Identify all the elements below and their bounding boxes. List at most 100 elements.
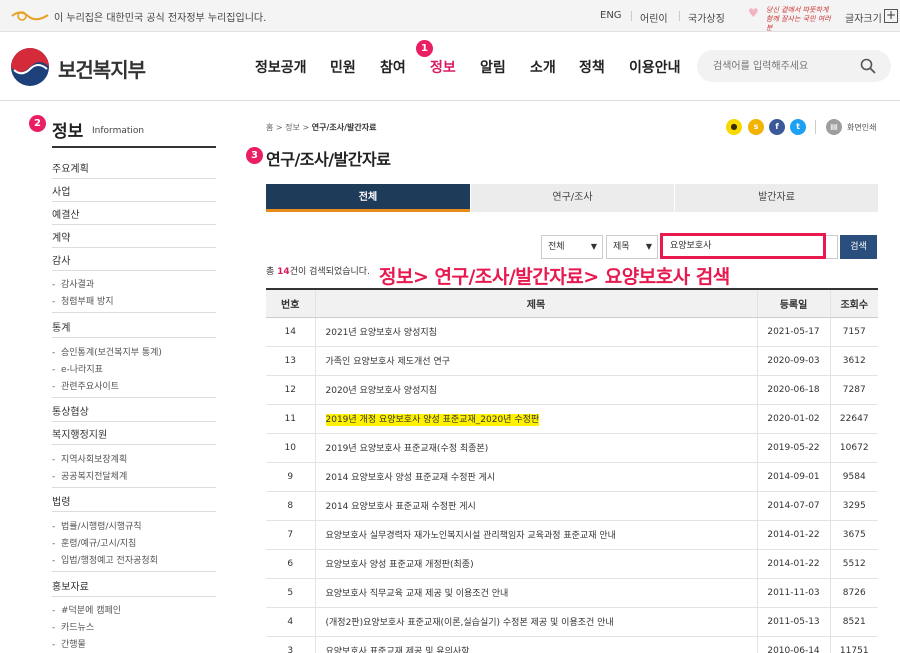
gnb-policy[interactable]: 정책	[579, 57, 605, 77]
site-search	[697, 50, 891, 82]
gnb-information[interactable]: 정보	[430, 57, 456, 77]
row-title-link[interactable]: 요양보호사 실무경력자 재가노인복지시설 관리책임자 교육과정 표준교재 안내	[326, 531, 616, 541]
tab-publications[interactable]: 발간자료	[675, 184, 878, 212]
gnb-about[interactable]: 소개	[530, 57, 556, 77]
row-title-link[interactable]: 요양보호사 직무교육 교재 제공 및 이용조건 안내	[326, 589, 509, 599]
row-title-link[interactable]: (개정2판)요양보호사 표준교재(이론,실습실기) 수정본 제공 및 이용조건 …	[326, 618, 614, 628]
sidebar-item-law[interactable]: 법령	[52, 493, 70, 508]
row-views: 9584	[842, 471, 866, 482]
sidebar-item-contract[interactable]: 계약	[52, 229, 70, 244]
row-title-link[interactable]: 2019년 요양보호사 표준교재(수정 최종본)	[326, 444, 489, 454]
link-national-symbols[interactable]: 국가상징	[688, 10, 725, 25]
sidebar-item-budget[interactable]: 예결산	[52, 206, 80, 221]
sidebar-subitem-anticorruption[interactable]: - 청렴부패 방지	[52, 294, 114, 307]
row-title-link[interactable]: 2014 요양보호사 양성 표준교재 수정판 게시	[326, 473, 496, 483]
table-cell: 11	[266, 404, 315, 434]
divider	[52, 178, 216, 179]
sidebar-subitem-publications[interactable]: - 간행물	[52, 637, 86, 650]
page-title: 연구/조사/발간자료	[266, 150, 391, 169]
table-cell: 13	[266, 346, 315, 376]
table-cell: 요양보호사 직무교육 교재 제공 및 이용조건 안내	[314, 578, 757, 608]
print-label[interactable]: 화면인쇄	[847, 122, 876, 133]
search-icon[interactable]	[860, 58, 876, 74]
sidebar-item-audit[interactable]: 감사	[52, 252, 70, 267]
sidebar-item-welfare-admin[interactable]: 복지행정지원	[52, 426, 107, 441]
sidebar-item-projects[interactable]: 사업	[52, 183, 70, 198]
row-title-link[interactable]: 요양보호사 양성 표준교재 개정판(최종)	[326, 560, 474, 570]
field-select[interactable]: 제목 ▼	[606, 235, 658, 259]
table-row[interactable]: 12 2020년 요양보호사 양성지침 2020-06-18 7287	[266, 375, 878, 405]
row-date: 2010-06-14	[767, 645, 820, 653]
sidebar-subitem-card-news[interactable]: - 카드뉴스	[52, 620, 94, 633]
table-row[interactable]: 3 요양보호사 표준교재 제공 및 유의사항 2010-06-14 11751	[266, 636, 878, 653]
search-button[interactable]: 검색	[840, 235, 877, 259]
gnb-notice[interactable]: 알림	[480, 57, 506, 77]
divider	[52, 201, 216, 202]
row-title-link[interactable]: 2014 요양보호사 표준교재 수정판 게시	[326, 502, 476, 512]
table-row[interactable]: 10 2019년 요양보호사 표준교재(수정 최종본) 2019-05-22 1067…	[266, 433, 878, 463]
ministry-name[interactable]: 보건복지부	[58, 54, 146, 83]
scope-select[interactable]: 전체 ▼	[541, 235, 603, 259]
gnb-civil-petition[interactable]: 민원	[330, 57, 356, 77]
divider	[52, 224, 216, 225]
divider	[52, 596, 216, 597]
table-row[interactable]: 8 2014 요양보호사 표준교재 수정판 게시 2014-07-07 3295	[266, 491, 878, 521]
table-row[interactable]: 9 2014 요양보호사 양성 표준교재 수정판 게시 2014-09-01 9584	[266, 462, 878, 492]
site-search-input[interactable]	[713, 58, 853, 74]
gnb-info-disclosure[interactable]: 정보공개	[255, 57, 307, 77]
print-icon[interactable]: ▤	[826, 119, 842, 135]
sidebar-subitem-community-plan[interactable]: - 지역사회보장계획	[52, 452, 127, 465]
table-row[interactable]: 14 2021년 요양보호사 양성지침 2021-05-17 7157	[266, 317, 878, 347]
step-badge-1: 1	[416, 40, 433, 57]
facebook-icon[interactable]: f	[769, 119, 785, 135]
row-title-link[interactable]: 2020년 요양보호사 양성지침	[326, 386, 437, 396]
table-row[interactable]: 6 요양보호사 양성 표준교재 개정판(최종) 2014-01-22 5512	[266, 549, 878, 579]
table-cell: 9	[266, 462, 315, 492]
sidebar-subitem-campaign[interactable]: - #덕분에 캠페인	[52, 603, 121, 616]
row-date: 2020-09-03	[767, 355, 820, 366]
sidebar-subitem-delivery-system[interactable]: - 공공복지전달체계	[52, 469, 127, 482]
sidebar-subitem-directives[interactable]: - 훈령/예규/고시/지침	[52, 536, 136, 549]
kakaotalk-icon[interactable]: ●	[726, 119, 742, 135]
sidebar-subitem-audit-result[interactable]: - 감사결과	[52, 277, 94, 290]
tab-research[interactable]: 연구/조사	[471, 184, 674, 212]
slogan-banner[interactable]: ♥ 당신 곁에서 따뜻하게 함께 잘사는 국민 여러분	[748, 4, 834, 32]
tab-all[interactable]: 전체	[266, 184, 470, 212]
sidebar-item-statistics[interactable]: 통계	[52, 319, 70, 334]
ministry-logo-icon[interactable]	[10, 47, 50, 87]
table-row[interactable]: 4 (개정2판)요양보호사 표준교재(이론,실습실기) 수정본 제공 및 이용조건…	[266, 607, 878, 637]
sidebar-subitem-related-sites[interactable]: - 관련주요사이트	[52, 379, 119, 392]
link-eng[interactable]: ENG	[600, 10, 622, 21]
font-size-plus-button[interactable]: +	[884, 9, 898, 23]
divider	[52, 511, 216, 512]
breadcrumb-home[interactable]: 홈	[266, 123, 273, 132]
sidebar-subitem-legislation-notice[interactable]: - 입법/행정예고 전자공청회	[52, 553, 158, 566]
table-cell: 5	[266, 578, 315, 608]
table-cell: 8521	[829, 607, 878, 637]
table-row[interactable]: 13 가족인 요양보호사 제도개선 연구 2020-09-03 3612	[266, 346, 878, 376]
sidebar-item-pr-materials[interactable]: 홍보자료	[52, 578, 89, 593]
sidebar-item-main-plan[interactable]: 주요계획	[52, 160, 89, 175]
row-title-link[interactable]: 2021년 요양보호사 양성지침	[326, 328, 437, 338]
site-header: 보건복지부 정보공개 민원 참여 정보 알림 소개 정책 이용안내 1	[0, 33, 900, 101]
table-cell: 2014-09-01	[756, 462, 830, 492]
sidebar-item-trade[interactable]: 통상협상	[52, 403, 89, 418]
sidebar-subitem-acts[interactable]: - 법률/시행령/시행규칙	[52, 519, 142, 532]
row-date: 2011-05-13	[767, 616, 820, 627]
sidebar-subitem-approved-stats[interactable]: - 승인통계(보건복지부 통계)	[52, 345, 162, 358]
breadcrumb-level1[interactable]: 정보	[285, 123, 300, 132]
sidebar-subitem-e-index[interactable]: - e-나라지표	[52, 362, 103, 375]
row-title-link[interactable]: 가족인 요양보호사 제도개선 연구	[326, 357, 451, 367]
twitter-icon[interactable]: t	[790, 119, 806, 135]
row-title-link[interactable]: 요양보호사 표준교재 제공 및 유의사항	[326, 647, 470, 653]
table-row[interactable]: 11 2019년 개정 요양보호사 양성 표준교재_2020년 수정판 2020-0…	[266, 404, 878, 434]
gnb-guide[interactable]: 이용안내	[629, 57, 681, 77]
keyword-input[interactable]: 요양보호사	[660, 233, 826, 259]
table-row[interactable]: 5 요양보호사 직무교육 교재 제공 및 이용조건 안내 2011-11-03 872…	[266, 578, 878, 608]
row-views: 8521	[842, 616, 866, 627]
table-row[interactable]: 7 요양보호사 실무경력자 재가노인복지시설 관리책임자 교육과정 표준교재 안내…	[266, 520, 878, 550]
kakaostory-icon[interactable]: s	[748, 119, 764, 135]
link-kids[interactable]: 어린이	[640, 10, 668, 25]
gnb-participation[interactable]: 참여	[380, 57, 406, 77]
row-title-link[interactable]: 2019년 개정 요양보호사 양성 표준교재_2020년 수정판	[325, 414, 540, 426]
